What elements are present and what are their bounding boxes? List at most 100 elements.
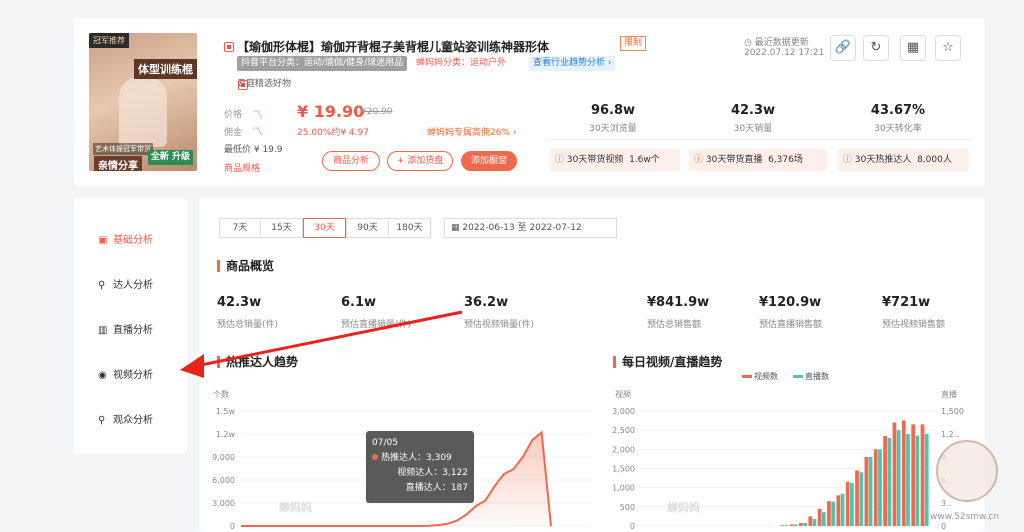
range-tab-180[interactable]: 180天 — [388, 218, 431, 238]
product-image-title: 体型训练棍 — [134, 59, 197, 79]
range-tab-90[interactable]: 90天 — [346, 218, 389, 238]
left-tick-label: 1,000 — [612, 484, 635, 493]
product-image-sub2: 亲情分享 — [94, 156, 142, 171]
range-tab-7[interactable]: 7天 — [219, 218, 261, 238]
overview-label: 预估总销售额 — [647, 320, 702, 330]
kpi-conversion-value: 43.67% — [870, 103, 926, 118]
bar-video — [892, 422, 897, 526]
left-tick-label: 500 — [620, 503, 635, 512]
price-trend-icon[interactable]: 〽 — [252, 106, 263, 122]
kpi-chip-value: 8,000人 — [917, 155, 952, 165]
nav-item-label: 达人分析 — [113, 280, 153, 291]
chart-watermark: 蝉妈妈 — [667, 500, 700, 514]
overview-title: 商品概览 — [217, 260, 274, 272]
left-tick-label: 0 — [630, 522, 635, 531]
bar-live — [906, 434, 910, 526]
commission-trend-icon[interactable]: 〽 — [252, 123, 263, 139]
bar-video — [855, 470, 859, 526]
refresh-icon[interactable]: ↻ — [863, 35, 889, 61]
bar-live — [793, 524, 798, 526]
talent-trend-title: 热推达人趋势 — [217, 356, 298, 368]
bar-live — [821, 512, 826, 526]
bar-video — [883, 435, 887, 526]
tooltip-live-label: 直播达人： — [405, 483, 451, 493]
kpi-chip-videos[interactable]: ⓘ 30天带货视频 1.6w个 — [550, 149, 680, 171]
bar-live — [896, 430, 901, 526]
overview-value: 36.2w — [464, 295, 509, 310]
bar-live — [878, 449, 882, 526]
price-old: ¥20.90 — [361, 107, 393, 117]
kpi-sales-value: 42.3w — [730, 103, 776, 118]
link-icon[interactable]: 🔗 — [830, 35, 856, 61]
kpi-chip-label: 30天热推达人 — [854, 155, 912, 165]
daily-trend-chart[interactable]: 视频 直播 3,000 2,500 2,000 1,500 1,000 500 0 1,500 1,… — [599, 383, 985, 532]
range-tab-15[interactable]: 15天 — [260, 218, 303, 238]
kpi-sales-label: 30天销量 — [733, 124, 773, 134]
bar-video — [845, 481, 850, 526]
left-tick-label: 2,000 — [612, 445, 635, 454]
info-icon: ⓘ — [694, 155, 706, 165]
industry-trend-link[interactable]: 查看行业趋势分析 › — [529, 56, 616, 71]
nav-item-talent[interactable]: ⚲ 达人分析 — [98, 276, 153, 291]
play-icon: ◉ — [98, 370, 107, 381]
y-tick-label: 9,000 — [212, 453, 235, 462]
overview-label: 预估总销量(件) — [217, 320, 279, 330]
nav-item-basic[interactable]: ▣ 基础分析 — [98, 231, 153, 246]
clock-icon: ◷ — [744, 38, 755, 48]
product-spec-link[interactable]: 商品规格 — [224, 161, 260, 174]
legend-live[interactable]: 直播数 — [793, 371, 829, 382]
kpi-chip-value: 1.6w个 — [629, 155, 660, 165]
nav-item-label: 直播分析 — [113, 325, 153, 336]
product-analysis-button[interactable]: 商品分析 — [322, 151, 380, 171]
nav-item-live[interactable]: ▥ 直播分析 — [98, 321, 153, 336]
price-label: 价格 — [224, 110, 243, 120]
exclusive-commission-link[interactable]: 蝉妈妈专属高佣26% › — [427, 125, 516, 138]
y-tick-label: 1.5w — [216, 407, 236, 416]
left-tick-label: 2,500 — [612, 426, 635, 435]
product-title[interactable]: 【瑜伽形体棍】瑜伽开背棍子美背棍儿童站姿训练神器形体 — [237, 38, 549, 55]
add-window-button[interactable]: 添加橱窗 — [461, 151, 517, 171]
chanmama-category-chip: 蝉妈妈分类：运动户外 — [412, 56, 511, 71]
tooltip-date: 07/05 — [372, 438, 398, 448]
right-tick-label: 1,500 — [941, 407, 964, 416]
chart-watermark: 蝉妈妈 — [279, 500, 312, 514]
kpi-chip-lives[interactable]: ⓘ 30天带货直播 6,376场 — [689, 149, 827, 171]
overview-label: 预估视频销量(件) — [464, 320, 535, 330]
price-value: ¥ 19.90 — [297, 102, 365, 121]
range-tab-30[interactable]: 30天 — [303, 218, 346, 238]
commission-label: 佣金 — [224, 128, 243, 138]
update-label-text: 最近数据更新 — [754, 38, 809, 48]
right-tick-label: 0 — [941, 522, 946, 531]
bar-video — [864, 457, 869, 526]
calendar-icon: ▦ — [451, 223, 463, 233]
audience-icon: ⚲ — [98, 415, 106, 426]
bar-video — [873, 449, 878, 526]
legend-video[interactable]: 视频数 — [742, 371, 778, 382]
overview-value: ¥120.9w — [759, 295, 822, 310]
y-tick-label: 0 — [230, 522, 235, 531]
update-label: ◷ 最近数据更新 — [744, 35, 809, 48]
shop-name[interactable]: 云庭精选好物 — [237, 76, 291, 89]
legend-label: 直播数 — [805, 372, 829, 381]
bar-video — [827, 501, 831, 526]
kpi-chip-talents[interactable]: ⓘ 30天热推达人 8,000人 — [838, 149, 969, 171]
bar-live — [840, 493, 845, 526]
bar-video — [836, 495, 841, 526]
nav-item-video[interactable]: ◉ 视频分析 — [98, 366, 153, 381]
right-tick-label: 1,2.. — [941, 430, 959, 439]
bar-live — [812, 519, 817, 526]
bar-live — [803, 522, 807, 526]
right-tick-label: 3.. — [941, 499, 951, 508]
right-axis-caption: 直播 — [941, 389, 957, 399]
tooltip-hot-label: 热推达人： — [381, 453, 427, 463]
analysis-nav: ▣ 基础分析 ⚲ 达人分析 ▥ 直播分析 ◉ 视频分析 ⚲ 观众分析 — [74, 198, 187, 454]
date-range-picker[interactable]: ▦ 2022-06-13 至 2022-07-12 — [444, 218, 617, 238]
product-image[interactable]: 冠军推荐 体型训练棍 艺术体操冠军带货 亲情分享 全新 升级 — [89, 33, 197, 171]
y-tick-label: 1.2w — [216, 430, 236, 439]
qrcode-icon[interactable]: ▦ — [900, 35, 926, 61]
bar-video — [789, 524, 794, 526]
bar-video — [920, 424, 925, 526]
add-goods-button[interactable]: + 添加货盘 — [387, 151, 453, 171]
nav-item-audience[interactable]: ⚲ 观众分析 — [98, 411, 153, 426]
star-icon[interactable]: ☆ — [935, 35, 961, 61]
